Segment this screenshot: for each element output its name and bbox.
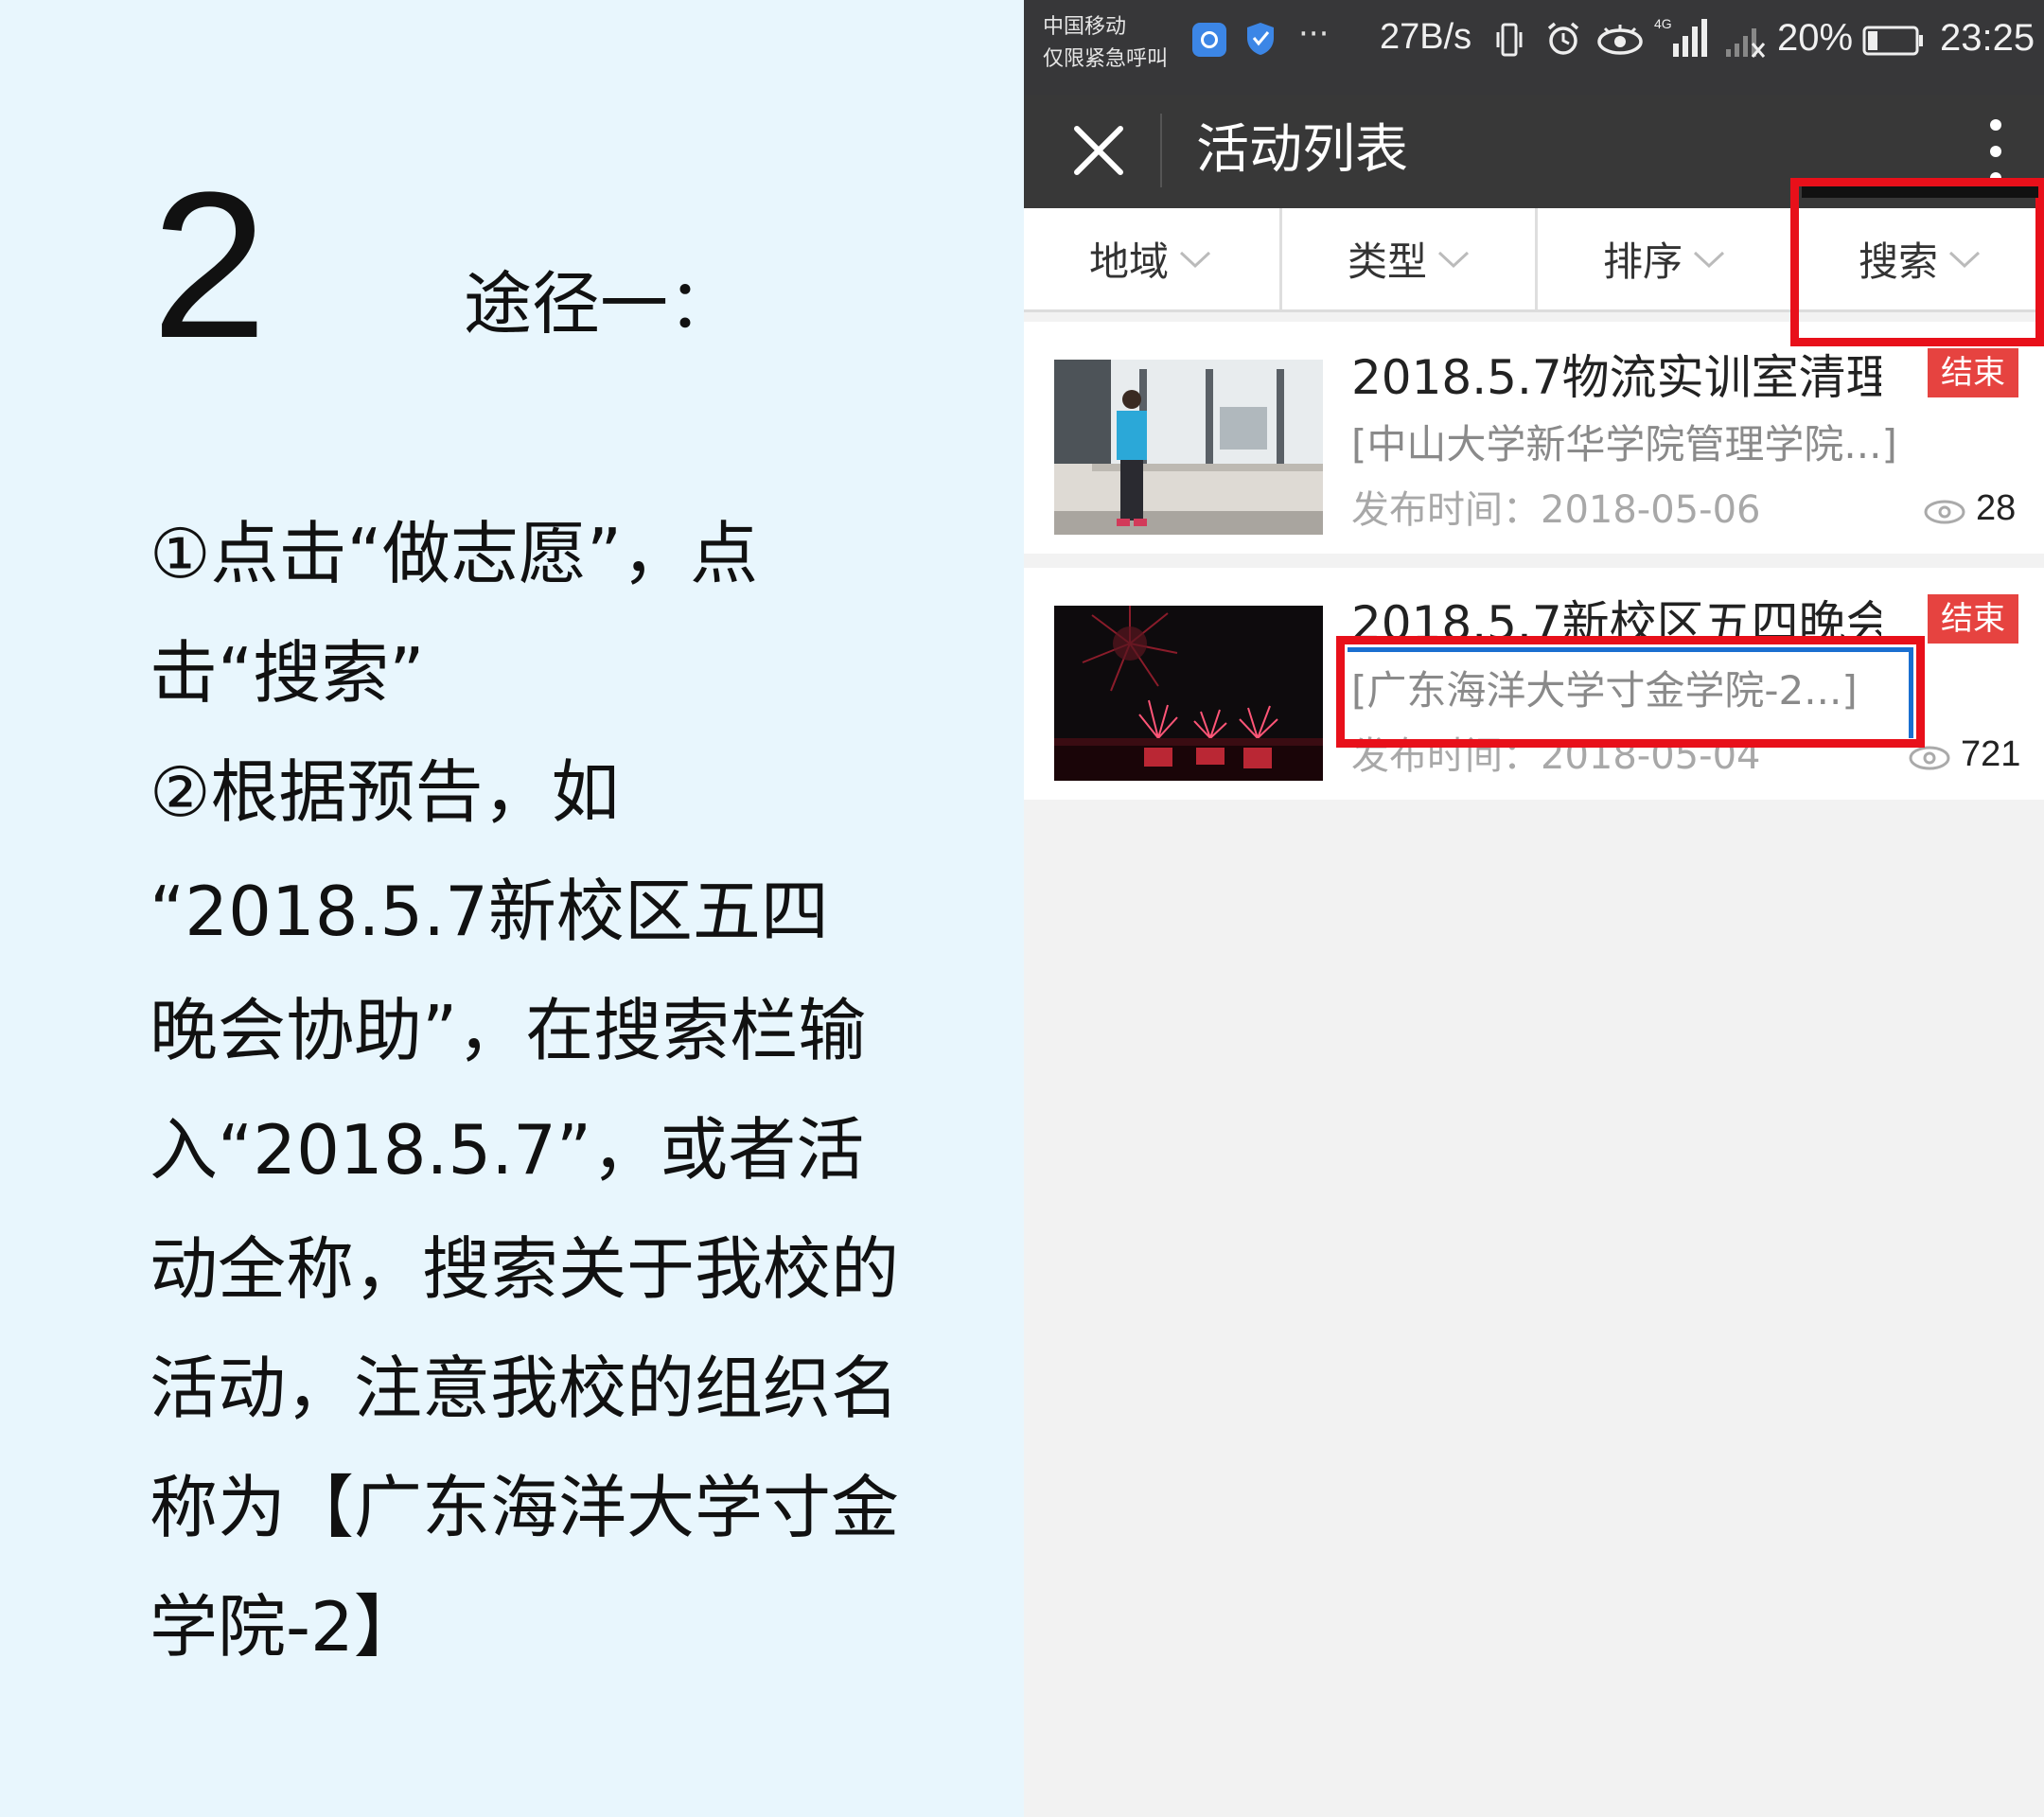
tab-search[interactable]: 搜索 (1790, 208, 2044, 309)
instruction-line: 动全称，搜索关于我校的 (150, 1229, 900, 1309)
chevron-down-icon (1179, 251, 1211, 268)
tab-type-label: 类型 (1347, 238, 1427, 285)
instruction-line: ②根据预告，如 (150, 752, 620, 832)
filter-tab-bar: 地域 类型 排序 搜索 (1024, 208, 2044, 312)
activity-thumbnail (1054, 606, 1323, 781)
status-badge: 结束 (1928, 594, 2018, 644)
instruction-line: ①点击“做志愿”，点 (150, 514, 759, 593)
vibrate-icon (1496, 23, 1523, 57)
carrier-info: 中国移动 仅限紧急呼叫 (1043, 11, 1168, 76)
organization-highlight-inner (1348, 647, 1913, 738)
phone-screenshot: 中国移动 仅限紧急呼叫 ··· 27B/s 4G 20% 23:25 活动列表 … (1024, 0, 2044, 1817)
publish-date-label: 发布时间： (1351, 488, 1541, 532)
search-highlight-bar (1802, 186, 2038, 198)
title-divider (1160, 114, 1162, 187)
battery-percent: 20% (1777, 17, 1854, 59)
clock: 23:25 (1940, 17, 2035, 59)
instruction-line: 称为【广东海洋大学寸金 (150, 1468, 900, 1547)
instruction-line: 入“2018.5.7”，或者活 (150, 1110, 865, 1190)
chevron-down-icon (1948, 251, 1981, 268)
close-icon[interactable] (1066, 117, 1132, 184)
signal-no-service-icon (1726, 28, 1766, 58)
eye-comfort-icon (1597, 25, 1643, 55)
page-title: 活动列表 (1196, 119, 1408, 181)
publish-date: 2018-05-04 (1541, 734, 1761, 778)
publish-date-row: 发布时间：2018-05-04 (1351, 731, 1760, 782)
tab-type[interactable]: 类型 (1279, 208, 1536, 309)
activity-title: 2018.5.7物流实训室清理… (1351, 350, 1881, 405)
battery-icon (1862, 26, 1923, 56)
activity-title: 2018.5.7新校区五四晚会… (1351, 596, 1881, 651)
tab-sort[interactable]: 排序 (1535, 208, 1791, 309)
tab-sort-label: 排序 (1602, 238, 1683, 285)
instruction-line: 晚会协助”，在搜索栏输 (150, 991, 867, 1070)
view-count: 28 (1976, 488, 2017, 528)
shield-icon (1247, 23, 1274, 55)
publish-date-row: 发布时间：2018-05-06 (1351, 485, 1760, 536)
tab-region-label: 地域 (1088, 238, 1169, 285)
more-options-icon[interactable] (1972, 108, 2019, 195)
emergency-only-label: 仅限紧急呼叫 (1043, 47, 1169, 71)
view-count-icon (1909, 746, 1950, 770)
publish-date-label: 发布时间： (1351, 734, 1541, 778)
instruction-line: 击“搜索” (150, 633, 425, 713)
signal-4g-icon: 4G (1654, 16, 1707, 57)
chevron-down-icon (1437, 251, 1470, 268)
step-number: 2 (151, 149, 268, 381)
instruction-line: “2018.5.7新校区五四 (150, 872, 829, 951)
chevron-down-icon (1693, 251, 1725, 268)
hotspot-app-icon (1192, 23, 1226, 57)
instruction-line: 活动，注意我校的组织名 (150, 1349, 900, 1428)
tab-region[interactable]: 地域 (1024, 208, 1278, 309)
carrier-name: 中国移动 (1043, 15, 1127, 39)
view-count: 721 (1961, 734, 2021, 774)
activity-thumbnail (1054, 360, 1323, 535)
activity-card[interactable]: 2018.5.7物流实训室清理… 结束 [中山大学新华学院管理学院...] 发布… (1024, 322, 2044, 554)
instruction-line: 学院-2】 (150, 1587, 422, 1667)
status-badge: 结束 (1928, 348, 2018, 397)
instruction-panel: 2 途径一： ①点击“做志愿”，点 击“搜索” ②根据预告，如 “2018.5.… (0, 0, 1024, 1817)
signal-4g-label: 4G (1654, 16, 1672, 31)
activity-organization: [中山大学新华学院管理学院...] (1351, 421, 1897, 467)
more-notifications-icon: ··· (1298, 15, 1330, 53)
status-bar: 中国移动 仅限紧急呼叫 ··· 27B/s 4G 20% 23:25 (1024, 0, 2044, 95)
alarm-clock-icon (1547, 22, 1579, 55)
tab-search-label: 搜索 (1858, 238, 1938, 285)
publish-date: 2018-05-06 (1541, 488, 1761, 532)
network-speed: 27B/s (1380, 17, 1472, 57)
view-count-icon (1924, 500, 1965, 524)
instruction-text: ①点击“做志愿”，点 击“搜索” ②根据预告，如 “2018.5.7新校区五四 … (150, 494, 982, 1686)
route-label: 途径一： (464, 264, 737, 344)
